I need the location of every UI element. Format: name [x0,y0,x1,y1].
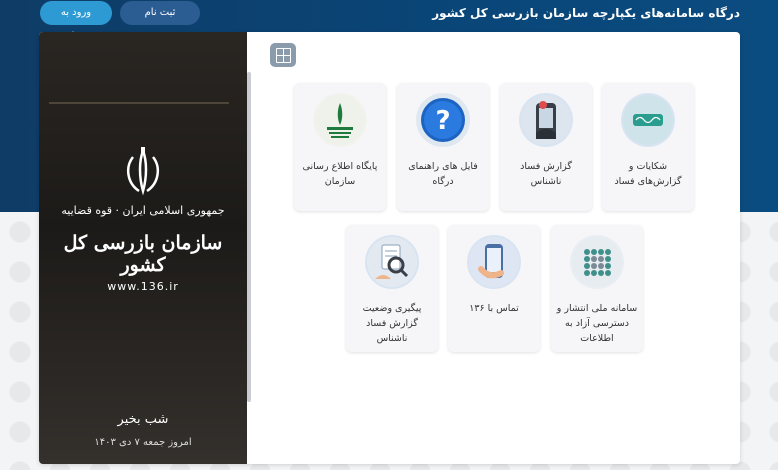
tile-anonymous-report[interactable]: گزارش فساد ناشناس [500,83,592,211]
main-card: جمهوری اسلامی ایران · قوه قضاییه سازمان … [39,32,740,464]
anonymous-report-icon [519,93,573,147]
register-citizen-button[interactable]: ثبت نام شهروند [120,1,200,42]
greeting-text: شب بخیر [117,412,169,427]
tile-call-136[interactable]: تماس با ۱۳۶ [448,225,540,352]
tile-label: فایل های راهنمای درگاه [408,161,478,187]
svg-text:?: ? [435,106,450,136]
tile-help-files[interactable]: ? فایل های راهنمای درگاه [397,83,489,211]
tile-label: گزارش فساد ناشناس [520,161,572,187]
tile-label: پیگیری وضعیت گزارش فساد ناشناس [362,303,422,344]
help-question-icon: ? [416,93,470,147]
phone-call-icon [467,235,521,289]
side-scrollbar[interactable] [247,72,251,402]
org-name: سازمان بازرسی کل کشور [63,232,223,276]
tile-label: پایگاه اطلاع رسانی سازمان [302,161,378,187]
judiciary-label: جمهوری اسلامی ایران · قوه قضاییه [61,204,225,217]
grid-cell-icon [283,55,291,63]
tile-track-report[interactable]: پیگیری وضعیت گزارش فساد ناشناس [346,225,438,352]
track-search-icon [365,235,419,289]
tile-label: تماس با ۱۳۶ [469,303,519,314]
calligraphy-logo-icon [621,93,675,147]
login-button[interactable]: ورود به حساب [40,1,112,42]
tile-complaints[interactable]: شکایات و گزارش‌های فساد [602,83,694,211]
tile-label: شکایات و گزارش‌های فساد [614,161,682,187]
site-title: درگاه سامانه‌های یکپارچه سازمان بازرسی ک… [432,6,740,20]
side-panel: جمهوری اسلامی ایران · قوه قضاییه سازمان … [39,32,247,464]
data-grid-icon [570,235,624,289]
org-emblem-icon [313,93,367,147]
iran-emblem-icon [126,147,160,196]
tile-label: سامانه ملی انتشار و دسترسی آزاد به اطلاع… [556,303,638,344]
tile-open-data[interactable]: سامانه ملی انتشار و دسترسی آزاد به اطلاع… [551,225,643,352]
grid-view-button[interactable] [270,43,296,67]
tile-info-portal[interactable]: پایگاه اطلاع رسانی سازمان [294,83,386,211]
date-text: امروز جمعه ۷ دی ۱۴۰۳ [94,437,192,448]
site-url: www.136.ir [107,280,179,293]
